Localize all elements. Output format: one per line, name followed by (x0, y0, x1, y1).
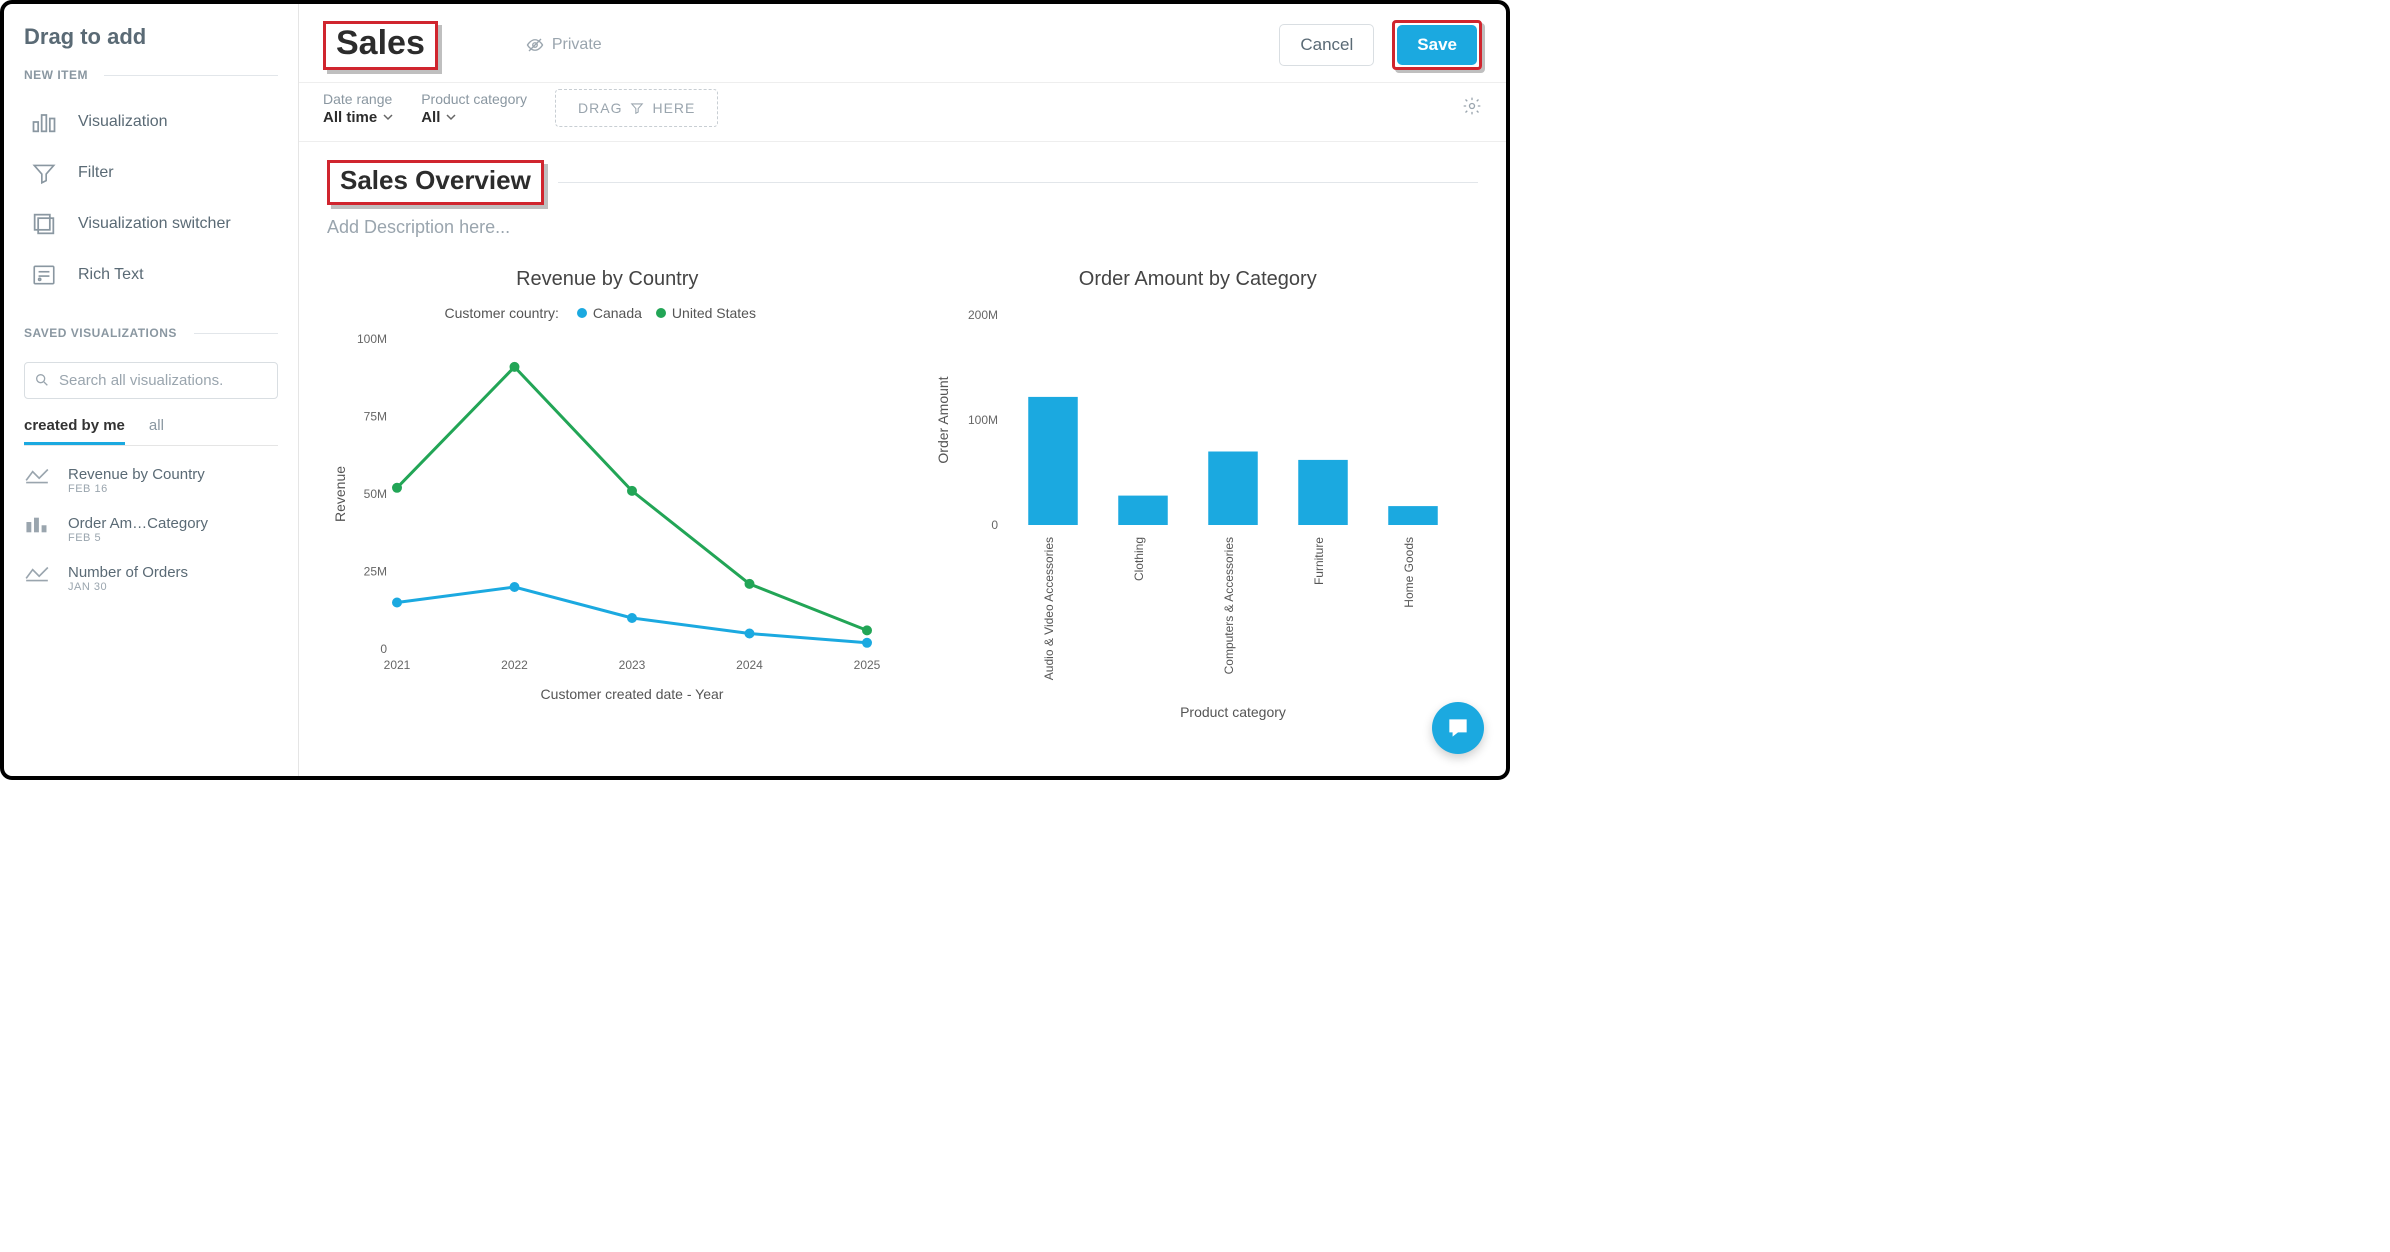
save-button-highlight: Save (1392, 20, 1482, 70)
chat-icon (1445, 715, 1471, 741)
tab-all[interactable]: all (149, 411, 164, 445)
funnel-icon (630, 101, 644, 115)
chevron-down-icon (383, 112, 393, 122)
line-chart-icon (24, 564, 54, 589)
svg-text:0: 0 (381, 642, 388, 656)
chart-title: Revenue by Country (327, 268, 888, 291)
bar-chart-icon (24, 515, 54, 540)
svg-text:Order Amount: Order Amount (935, 376, 951, 463)
saved-item-name: Order Am…Category (68, 515, 208, 532)
svg-text:200M: 200M (968, 308, 998, 322)
tab-created-by-me[interactable]: created by me (24, 411, 125, 445)
chart-legend: Customer country: CanadaUnited States (327, 305, 888, 321)
section-description[interactable]: Add Description here... (327, 217, 1478, 238)
svg-text:2024: 2024 (736, 658, 763, 672)
saved-item-date: FEB 5 (68, 532, 208, 544)
svg-text:100M: 100M (357, 332, 387, 346)
chevron-down-icon (446, 112, 456, 122)
saved-tabs: created by me all (24, 411, 278, 446)
chat-button[interactable] (1432, 702, 1484, 754)
item-label: Filter (78, 164, 114, 182)
item-label: Visualization (78, 113, 168, 131)
section-title-highlight: Sales Overview (327, 160, 544, 205)
gear-icon (1462, 96, 1482, 116)
chart-title: Order Amount by Category (918, 268, 1479, 291)
main: Sales Private Cancel Save Date range All… (299, 4, 1506, 776)
search-input[interactable] (24, 362, 278, 399)
bar-chart-icon (28, 108, 60, 136)
section-title[interactable]: Sales Overview (340, 165, 531, 196)
svg-text:Audio & Video Accessories: Audio & Video Accessories (1042, 537, 1056, 680)
dashboard-content: Sales Overview Add Description here... R… (299, 142, 1506, 776)
stack-icon (28, 210, 60, 238)
svg-text:2022: 2022 (501, 658, 528, 672)
saved-viz-item[interactable]: Order Am…Category FEB 5 (24, 505, 278, 554)
line-chart-svg: 0 25M 50M 75M 100M 2021 2022 2023 2024 2025 Custom… (327, 329, 887, 709)
svg-text:25M: 25M (364, 565, 387, 579)
filter-drop-zone[interactable]: DRAG HERE (555, 89, 718, 127)
svg-text:Furniture: Furniture (1312, 537, 1326, 585)
funnel-icon (28, 160, 60, 186)
saved-item-name: Number of Orders (68, 564, 188, 581)
svg-text:2023: 2023 (619, 658, 646, 672)
settings-button[interactable] (1462, 96, 1482, 121)
saved-item-date: JAN 30 (68, 581, 188, 593)
svg-text:100M: 100M (968, 413, 998, 427)
new-item-filter[interactable]: Filter (24, 148, 278, 198)
saved-item-name: Revenue by Country (68, 466, 205, 483)
saved-viz-label: SAVED VISUALIZATIONS (24, 326, 278, 340)
chart-order-amount-by-category[interactable]: Order Amount by Category 0 100M 200M Audio … (918, 268, 1479, 725)
new-item-label: NEW ITEM (24, 68, 278, 82)
saved-viz-item[interactable]: Number of Orders JAN 30 (24, 554, 278, 603)
svg-text:75M: 75M (364, 410, 387, 424)
new-item-switcher[interactable]: Visualization switcher (24, 198, 278, 250)
item-label: Visualization switcher (78, 215, 231, 233)
sidebar-title: Drag to add (24, 24, 278, 50)
svg-text:Clothing: Clothing (1132, 537, 1146, 581)
filter-product-category[interactable]: Product category All (421, 91, 527, 126)
privacy-toggle[interactable]: Private (526, 36, 602, 54)
eye-off-icon (526, 36, 544, 54)
cancel-button[interactable]: Cancel (1279, 24, 1374, 66)
svg-text:2025: 2025 (854, 658, 881, 672)
dashboard-title-highlight: Sales (323, 21, 438, 70)
chart-revenue-by-country[interactable]: Revenue by Country Customer country: Can… (327, 268, 888, 725)
svg-text:0: 0 (991, 518, 998, 532)
richtext-icon (28, 262, 60, 288)
svg-text:Customer created date - Year: Customer created date - Year (541, 686, 724, 702)
svg-text:Home Goods: Home Goods (1402, 537, 1416, 608)
saved-viz-item[interactable]: Revenue by Country FEB 16 (24, 456, 278, 505)
new-item-visualization[interactable]: Visualization (24, 96, 278, 148)
item-label: Rich Text (78, 266, 144, 284)
svg-text:50M: 50M (364, 487, 387, 501)
dashboard-title[interactable]: Sales (336, 24, 425, 63)
save-button[interactable]: Save (1397, 25, 1477, 65)
sidebar: Drag to add NEW ITEM Visualization Filte… (4, 4, 299, 776)
filter-bar: Date range All time Product category All… (299, 82, 1506, 142)
svg-text:2021: 2021 (384, 658, 411, 672)
svg-text:Computers & Accessories: Computers & Accessories (1222, 537, 1236, 674)
svg-text:Product category: Product category (1180, 704, 1286, 720)
saved-item-date: FEB 16 (68, 483, 205, 495)
header: Sales Private Cancel Save (299, 4, 1506, 82)
new-item-richtext[interactable]: Rich Text (24, 250, 278, 300)
filter-date-range[interactable]: Date range All time (323, 91, 393, 126)
svg-text:Revenue: Revenue (332, 466, 348, 522)
bar-chart-svg: 0 100M 200M Audio & Video Accessories Clothi… (928, 305, 1468, 725)
search-icon (34, 372, 50, 388)
line-chart-icon (24, 466, 54, 491)
